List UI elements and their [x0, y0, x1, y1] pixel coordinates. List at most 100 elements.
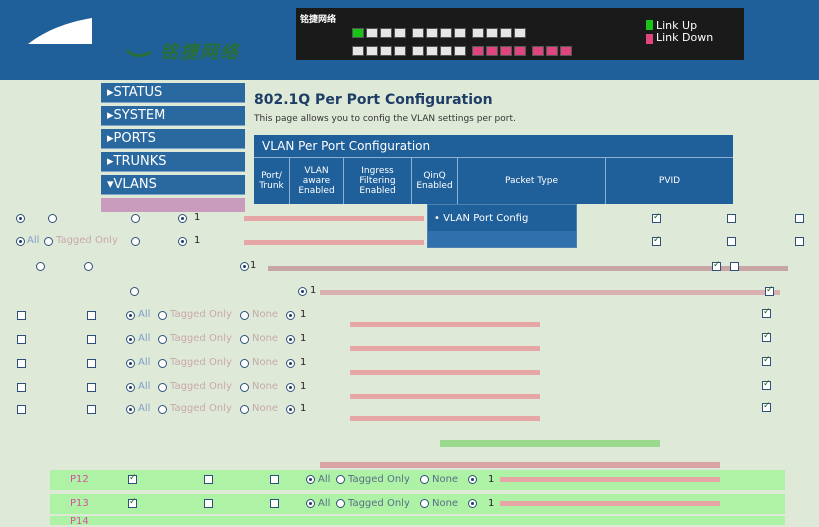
- radio-all[interactable]: [36, 262, 45, 271]
- radio-pvid[interactable]: [286, 359, 295, 368]
- radio-none[interactable]: [240, 383, 249, 392]
- radio-all[interactable]: [130, 287, 139, 296]
- port-icon[interactable]: [426, 46, 438, 56]
- port-icon[interactable]: [514, 46, 526, 56]
- radio-none[interactable]: [420, 499, 429, 508]
- radio-pvid[interactable]: [286, 383, 295, 392]
- pvid-value[interactable]: 1: [300, 357, 306, 368]
- radio-tagged[interactable]: [48, 214, 57, 223]
- ingress-checkbox[interactable]: [87, 383, 96, 392]
- qinq-checkbox[interactable]: [762, 401, 771, 412]
- option-all[interactable]: All: [138, 309, 150, 320]
- option-all[interactable]: All: [138, 357, 150, 368]
- qinq-checkbox[interactable]: [762, 379, 771, 390]
- radio-all[interactable]: [16, 237, 25, 246]
- port-icon[interactable]: [472, 46, 484, 56]
- pvid-value[interactable]: 1: [300, 333, 306, 344]
- radio-none[interactable]: [240, 311, 249, 320]
- option-all[interactable]: All: [318, 498, 330, 509]
- port-icon[interactable]: [352, 28, 364, 38]
- ingress-checkbox[interactable]: [727, 214, 736, 223]
- option-tagged-only[interactable]: Tagged Only: [170, 309, 232, 320]
- radio-tagged[interactable]: [336, 475, 345, 484]
- qinq-checkbox[interactable]: [762, 307, 771, 318]
- option-all[interactable]: All: [318, 474, 330, 485]
- vlan-aware-checkbox[interactable]: [652, 235, 661, 246]
- radio-all[interactable]: [306, 499, 315, 508]
- radio-all[interactable]: [126, 383, 135, 392]
- port-icon[interactable]: [560, 46, 572, 56]
- port-icon[interactable]: [440, 46, 452, 56]
- radio-none[interactable]: [240, 335, 249, 344]
- port-icon[interactable]: [546, 46, 558, 56]
- pvid-field[interactable]: [500, 501, 720, 506]
- radio-all[interactable]: [306, 475, 315, 484]
- port-icon[interactable]: [412, 46, 424, 56]
- qinq-checkbox[interactable]: [762, 355, 771, 366]
- ingress-checkbox[interactable]: [87, 359, 96, 368]
- option-none[interactable]: None: [252, 381, 278, 392]
- port-icon[interactable]: [412, 28, 424, 38]
- port-icon[interactable]: [514, 28, 526, 38]
- port-icon[interactable]: [486, 46, 498, 56]
- radio-pvid[interactable]: [468, 475, 477, 484]
- pvid-field[interactable]: [500, 477, 720, 482]
- option-none[interactable]: None: [432, 474, 458, 485]
- port-icon[interactable]: [394, 46, 406, 56]
- port-icon[interactable]: [366, 28, 378, 38]
- pvid-value[interactable]: 1: [250, 260, 256, 271]
- ingress-checkbox[interactable]: [204, 475, 213, 484]
- port-icon[interactable]: [472, 28, 484, 38]
- port-icon[interactable]: [394, 28, 406, 38]
- vlan-aware-checkbox[interactable]: [17, 383, 26, 392]
- ingress-checkbox[interactable]: [87, 405, 96, 414]
- option-tagged-only[interactable]: Tagged Only: [170, 381, 232, 392]
- radio-pvid[interactable]: [240, 262, 249, 271]
- radio-all[interactable]: [126, 405, 135, 414]
- option-none[interactable]: None: [252, 333, 278, 344]
- option-tagged-only[interactable]: Tagged Only: [170, 403, 232, 414]
- vlan-aware-checkbox[interactable]: [17, 335, 26, 344]
- vlan-aware-checkbox[interactable]: [712, 260, 721, 271]
- vlan-aware-checkbox[interactable]: [128, 497, 137, 508]
- port-icon[interactable]: [486, 28, 498, 38]
- nav-item-status[interactable]: ▸STATUS: [101, 83, 245, 103]
- vlan-aware-checkbox[interactable]: [765, 285, 774, 296]
- option-none[interactable]: None: [252, 357, 278, 368]
- pvid-value[interactable]: 1: [488, 474, 494, 485]
- pvid-value[interactable]: 1: [194, 235, 200, 246]
- vlan-aware-checkbox[interactable]: [17, 405, 26, 414]
- radio-pvid[interactable]: [286, 335, 295, 344]
- radio-tagged[interactable]: [158, 405, 167, 414]
- radio-all[interactable]: [126, 335, 135, 344]
- nav-item-trunks[interactable]: ▸TRUNKS: [101, 152, 245, 172]
- port-icon[interactable]: [380, 46, 392, 56]
- radio-tagged[interactable]: [158, 383, 167, 392]
- radio-tagged[interactable]: [158, 359, 167, 368]
- pvid-value[interactable]: 1: [300, 403, 306, 414]
- port-icon[interactable]: [454, 46, 466, 56]
- radio-none[interactable]: [240, 405, 249, 414]
- vlan-aware-checkbox[interactable]: [17, 311, 26, 320]
- ingress-checkbox[interactable]: [204, 499, 213, 508]
- option-all[interactable]: All: [138, 403, 150, 414]
- radio-all[interactable]: [126, 311, 135, 320]
- port-icon[interactable]: [380, 28, 392, 38]
- option-tagged-only[interactable]: Tagged Only: [348, 498, 410, 509]
- radio-pvid[interactable]: [286, 311, 295, 320]
- radio-tagged[interactable]: [158, 311, 167, 320]
- nav-subitem-vlan-membership[interactable]: [101, 198, 245, 212]
- pvid-value[interactable]: 1: [310, 285, 316, 296]
- qinq-checkbox[interactable]: [795, 237, 804, 246]
- menu-item-vlan-port-config[interactable]: • VLAN Port Config: [434, 213, 528, 224]
- radio-all[interactable]: [126, 359, 135, 368]
- ingress-checkbox[interactable]: [87, 311, 96, 320]
- port-icon[interactable]: [500, 28, 512, 38]
- radio-tagged[interactable]: [158, 335, 167, 344]
- radio-none[interactable]: [240, 359, 249, 368]
- option-all[interactable]: All: [138, 381, 150, 392]
- port-icon[interactable]: [366, 46, 378, 56]
- option-none[interactable]: None: [432, 498, 458, 509]
- option-tagged-only[interactable]: Tagged Only: [170, 357, 232, 368]
- option-tagged-only[interactable]: Tagged Only: [56, 235, 118, 246]
